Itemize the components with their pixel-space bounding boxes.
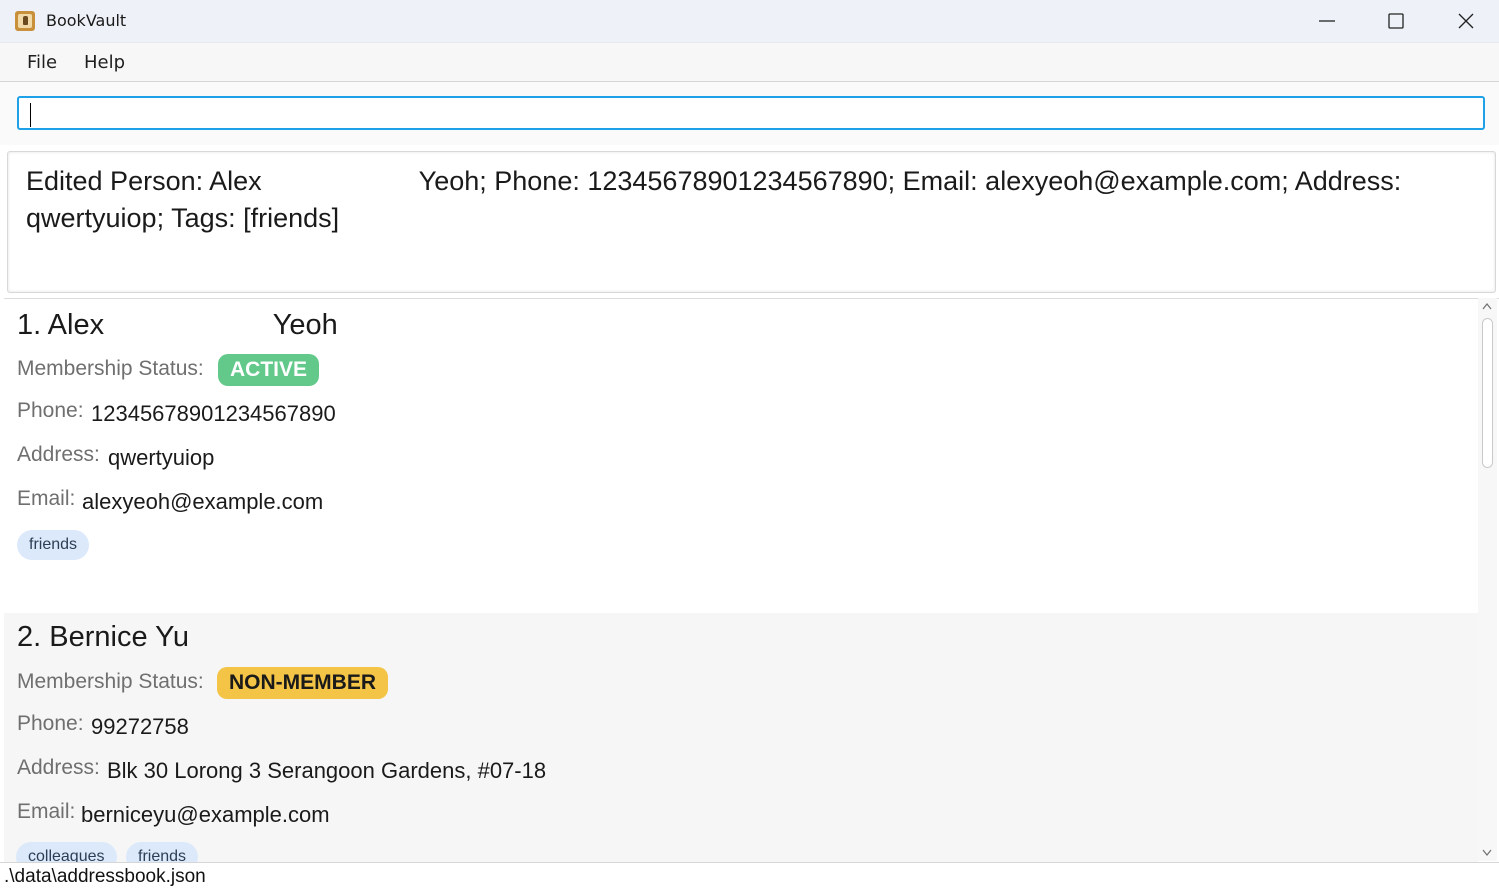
- title-bar: BookVault: [0, 0, 1499, 43]
- email-label: Email:: [17, 487, 76, 510]
- command-area: [0, 82, 1499, 145]
- person-name: Bernice Yu: [49, 621, 189, 653]
- person-name-row: 1. Alex Yeoh: [17, 309, 338, 342]
- status-bar: .\data\addressbook.json: [0, 862, 1499, 891]
- result-display: Edited Person: Alex Yeoh; Phone: 1234567…: [7, 151, 1496, 293]
- tag: colleagues: [16, 842, 117, 862]
- scroll-down-arrow-icon[interactable]: [1482, 849, 1492, 857]
- result-message: Edited Person: Alex Yeoh; Phone: 1234567…: [26, 166, 1409, 233]
- address-value: qwertyuiop: [108, 445, 215, 470]
- minimize-button[interactable]: [1292, 0, 1362, 42]
- address-value: Blk 30 Lorong 3 Serangoon Gardens, #07-1…: [107, 758, 547, 783]
- close-button[interactable]: [1431, 0, 1499, 42]
- person-name: Alex Yeoh: [47, 309, 338, 341]
- membership-status-label: Membership Status:: [17, 670, 204, 693]
- email-value: alexyeoh@example.com: [82, 489, 324, 514]
- data-file-path: .\data\addressbook.json: [4, 866, 206, 887]
- command-input[interactable]: [17, 96, 1485, 130]
- maximize-icon: [1388, 13, 1404, 29]
- tag: friends: [126, 842, 199, 862]
- status-badge: NON-MEMBER: [217, 667, 388, 699]
- status-badge: ACTIVE: [218, 354, 320, 386]
- person-index: 2.: [17, 621, 50, 653]
- text-caret: [30, 103, 31, 127]
- menu-help[interactable]: Help: [84, 52, 125, 73]
- phone-label: Phone:: [17, 712, 84, 735]
- minimize-icon: [1319, 20, 1335, 22]
- scrollbar-thumb[interactable]: [1482, 318, 1493, 468]
- scroll-up-arrow-icon[interactable]: [1482, 302, 1492, 310]
- menu-bar: File Help: [0, 43, 1499, 82]
- person-card[interactable]: 1. Alex Yeoh Membership Status: ACTIVE P…: [4, 299, 1478, 613]
- email-label: Email:: [17, 800, 76, 823]
- tag: friends: [17, 530, 90, 560]
- window-title: BookVault: [46, 11, 127, 30]
- phone-label: Phone:: [17, 399, 84, 422]
- address-label: Address:: [17, 443, 100, 466]
- phone-value: 99272758: [91, 714, 189, 739]
- person-list[interactable]: 1. Alex Yeoh Membership Status: ACTIVE P…: [4, 298, 1499, 862]
- person-index: 1.: [17, 309, 48, 341]
- phone-value: 12345678901234567890: [91, 401, 336, 426]
- address-label: Address:: [17, 756, 100, 779]
- membership-status-label: Membership Status:: [17, 357, 204, 380]
- menu-file[interactable]: File: [27, 52, 57, 73]
- close-icon: [1458, 13, 1474, 29]
- maximize-button[interactable]: [1361, 0, 1431, 42]
- email-value: berniceyu@example.com: [81, 802, 330, 827]
- person-name-row: 2. Bernice Yu: [17, 621, 189, 654]
- person-card[interactable]: 2. Bernice Yu Membership Status: NON-MEM…: [4, 613, 1478, 862]
- book-contact-icon: [15, 11, 35, 31]
